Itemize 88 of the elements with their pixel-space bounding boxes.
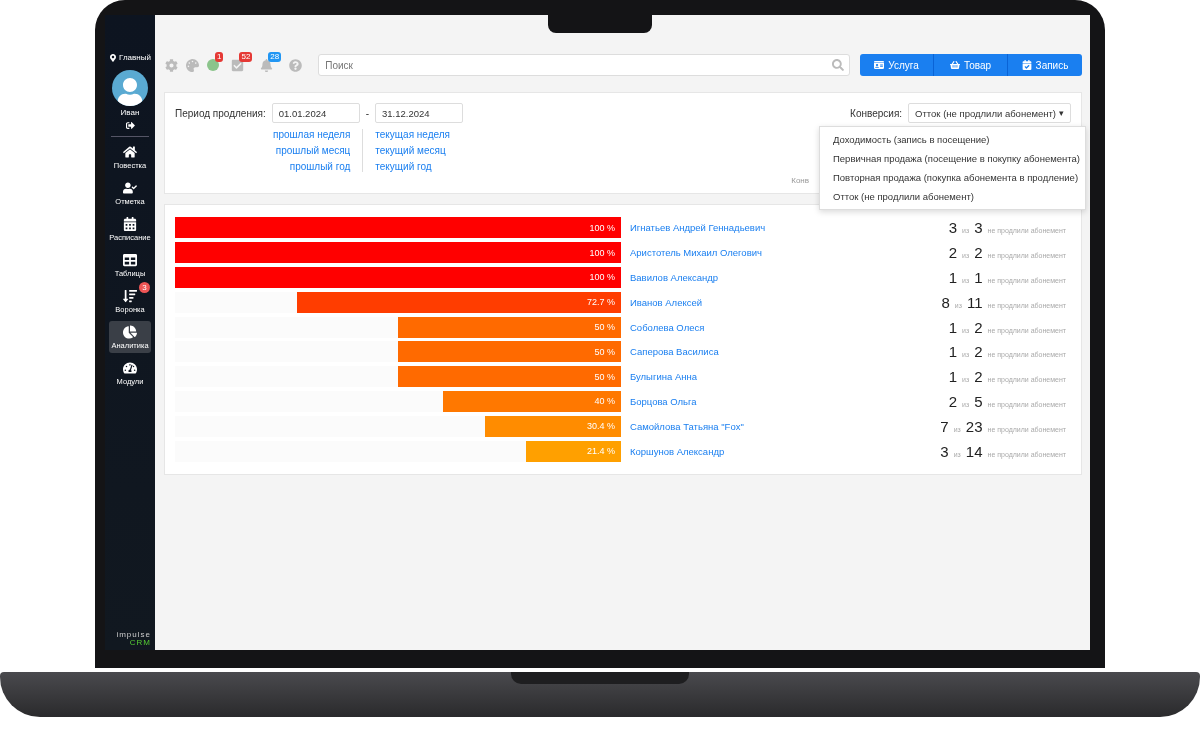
bar: 30.4 % bbox=[485, 415, 621, 437]
period-link[interactable]: прошлый год bbox=[289, 161, 351, 172]
person-link[interactable]: Борцова Ольга bbox=[630, 395, 920, 407]
range-dash: - bbox=[365, 107, 370, 119]
menu-item[interactable]: Повторная продажа (покупка абонемента в продление) bbox=[820, 168, 1085, 187]
bar: 50 % bbox=[398, 316, 621, 338]
pie-chart-icon bbox=[123, 325, 137, 339]
total-value: 3 bbox=[974, 219, 983, 237]
person-link[interactable]: Коршунов Александр bbox=[630, 445, 920, 457]
bar: 100 % bbox=[175, 217, 621, 239]
total-value: 2 bbox=[974, 368, 983, 386]
gauge-icon bbox=[123, 361, 137, 375]
count-value: 3 bbox=[948, 219, 958, 237]
person-link[interactable]: Игнатьев Андрей Геннадьевич bbox=[630, 222, 920, 234]
period-link[interactable]: текущий месяц bbox=[375, 145, 446, 156]
total-value: 11 bbox=[966, 293, 983, 311]
table-icon bbox=[123, 253, 137, 267]
bell-icon[interactable] bbox=[259, 58, 274, 72]
location-link[interactable]: Главный bbox=[109, 53, 151, 62]
total-value: 5 bbox=[974, 392, 983, 410]
id-card-icon bbox=[874, 60, 885, 70]
count-badge: 28 bbox=[268, 52, 282, 62]
avatar[interactable] bbox=[112, 70, 148, 106]
action-button[interactable]: Запись bbox=[1008, 54, 1082, 76]
bars-arrow-icon bbox=[123, 289, 137, 303]
total-value: 1 bbox=[974, 269, 983, 286]
total-value: 2 bbox=[974, 343, 983, 361]
person-link[interactable]: Булыгина Анна bbox=[630, 371, 920, 383]
calendar-icon bbox=[1021, 60, 1032, 70]
bar: 21.4 % bbox=[525, 440, 621, 462]
count-value: 8 bbox=[941, 293, 950, 311]
search-field[interactable]: Поиск bbox=[318, 54, 850, 76]
period-link[interactable]: текущая неделя bbox=[375, 129, 451, 140]
user-name: Иван bbox=[120, 108, 140, 117]
person-link[interactable]: Соболева Олеся bbox=[630, 321, 920, 333]
person-link[interactable]: Саперова Василиса bbox=[630, 346, 920, 358]
conversion-select[interactable]: Отток (не продлили абонемент) ▾ bbox=[908, 103, 1071, 123]
action-button[interactable]: Товар bbox=[934, 54, 1008, 76]
caret-icon: ▾ bbox=[1059, 108, 1064, 118]
note-text: Конв bbox=[791, 176, 809, 185]
bar: 100 % bbox=[175, 242, 621, 264]
total-value: 2 bbox=[974, 244, 983, 262]
action-button[interactable]: Услуга bbox=[860, 54, 934, 76]
person-link[interactable]: Иванов Алексей bbox=[630, 296, 920, 308]
bar: 40 % bbox=[442, 390, 621, 412]
field-label: Период продления: bbox=[175, 107, 266, 119]
count-value: 1 bbox=[948, 318, 958, 336]
checkbox-icon[interactable] bbox=[230, 58, 245, 72]
status-dot-icon[interactable] bbox=[206, 58, 220, 72]
count-value: 7 bbox=[940, 417, 949, 435]
menu-item[interactable]: Отток (не продлили абонемент) bbox=[820, 187, 1085, 206]
person-link[interactable]: Аристотель Михаил Олегович bbox=[630, 247, 920, 259]
count-value: 1 bbox=[948, 368, 958, 386]
brand-text: CRM bbox=[129, 639, 151, 647]
person-link[interactable]: Самойлова Татьяна "Fox" bbox=[630, 420, 920, 432]
person-link[interactable]: Вавилов Александр bbox=[630, 272, 920, 283]
calendar-icon bbox=[123, 217, 137, 231]
count-value: 1 bbox=[948, 269, 958, 286]
count-badge: 1 bbox=[215, 52, 224, 62]
brand-text: impulse bbox=[116, 631, 151, 639]
count-badge: 52 bbox=[239, 52, 253, 62]
bar: 100 % bbox=[175, 267, 621, 288]
total-value: 14 bbox=[965, 442, 983, 460]
logout-icon[interactable] bbox=[125, 121, 135, 130]
menu-item[interactable]: Доходимость (запись в посещение) bbox=[820, 130, 1085, 149]
count-badge: 3 bbox=[139, 282, 150, 293]
total-value: 2 bbox=[974, 318, 983, 336]
period-link[interactable]: прошлый месяц bbox=[275, 145, 351, 156]
count-value: 3 bbox=[940, 442, 949, 460]
menu-item[interactable]: Первичная продажа (посещение в покупку абонемента) bbox=[820, 149, 1085, 168]
date-field[interactable]: 31.12.2024 bbox=[375, 103, 464, 123]
basket-icon bbox=[949, 60, 960, 70]
field-label: Конверсия: bbox=[850, 107, 903, 119]
home-icon bbox=[123, 145, 137, 159]
bar: 50 % bbox=[398, 341, 621, 363]
search-icon bbox=[832, 59, 844, 71]
count-value: 1 bbox=[948, 343, 958, 361]
bar: 72.7 % bbox=[296, 291, 621, 313]
period-link[interactable]: текущий год bbox=[375, 161, 432, 172]
count-value: 2 bbox=[948, 244, 958, 262]
bar: 50 % bbox=[398, 366, 621, 388]
count-value: 2 bbox=[948, 392, 958, 410]
pin-icon bbox=[109, 53, 118, 62]
person-silhouette-icon bbox=[116, 78, 144, 106]
total-value: 23 bbox=[965, 417, 983, 435]
period-link[interactable]: прошлая неделя bbox=[273, 129, 351, 140]
date-field[interactable]: 01.01.2024 bbox=[271, 103, 360, 123]
user-check-icon bbox=[123, 181, 137, 195]
